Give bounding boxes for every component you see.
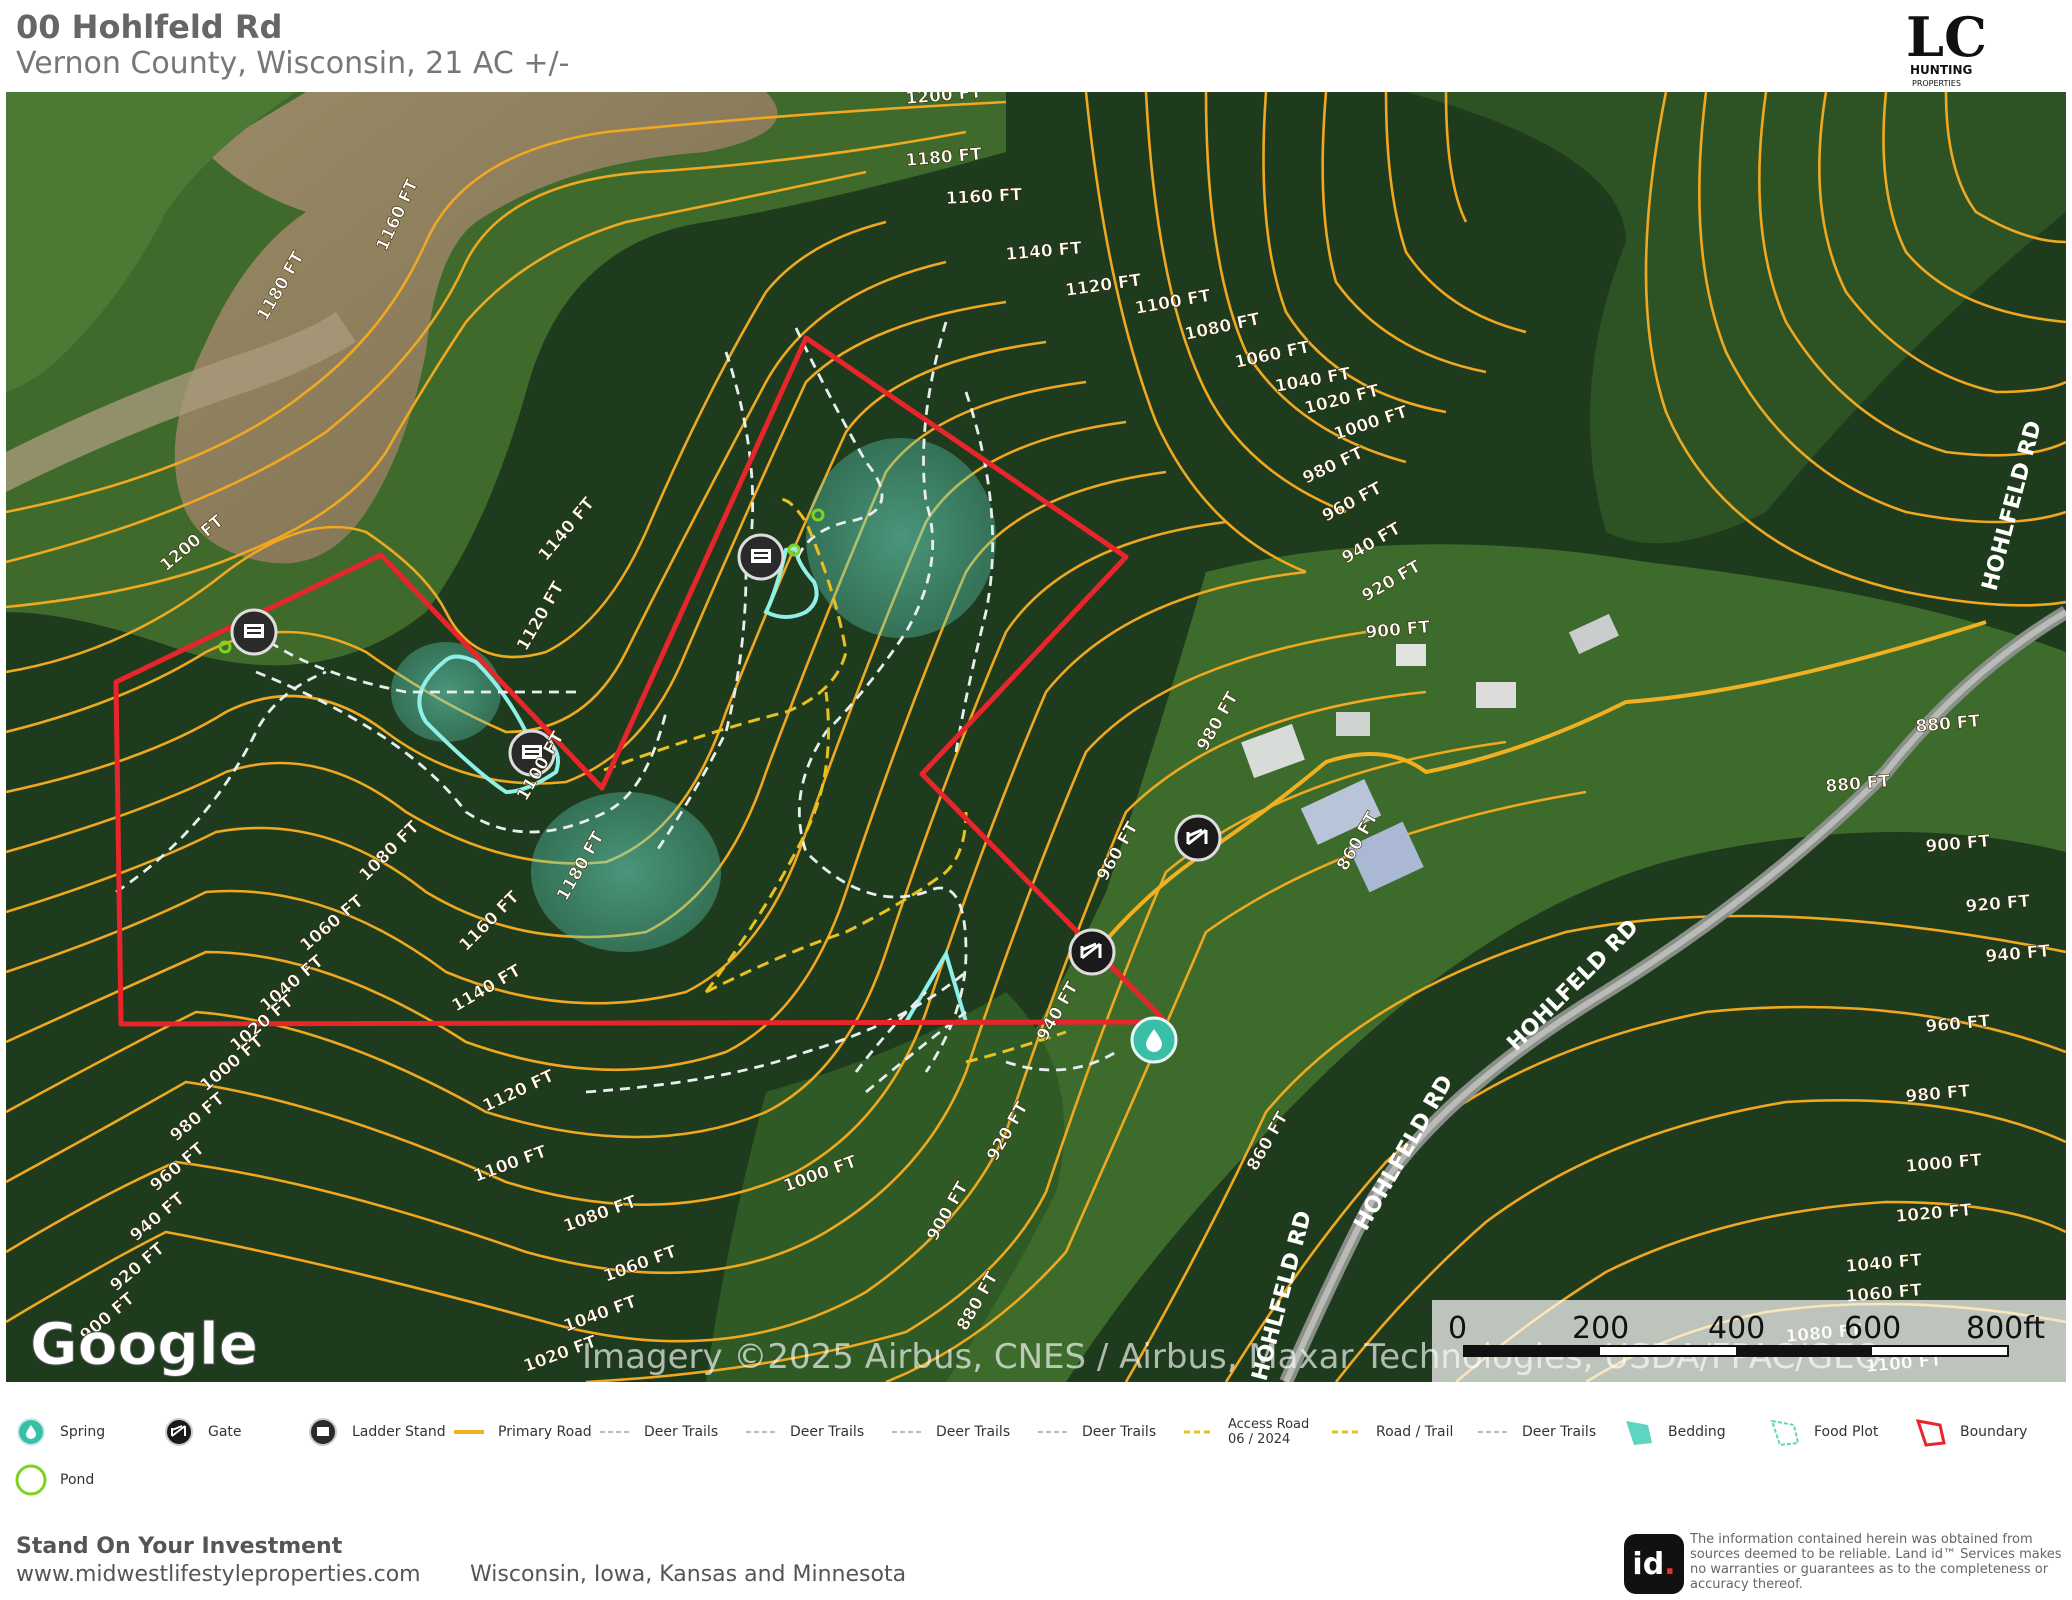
google-attribution: Google bbox=[30, 1310, 258, 1378]
brand-logo: LC HUNTING PROPERTIES bbox=[1900, 4, 1996, 90]
deer-trail-icon bbox=[1478, 1431, 1508, 1433]
legend-label: Deer Trails bbox=[644, 1424, 719, 1440]
ladder-stand-icon[interactable] bbox=[737, 533, 785, 581]
bedding-icon bbox=[1626, 1421, 1652, 1445]
pond-icon bbox=[15, 1464, 47, 1496]
property-map[interactable]: 1200 FT 1180 FT 1160 FT 1140 FT 1120 FT 1100 … bbox=[6, 92, 2066, 1382]
footer-website-link[interactable]: www.midwestlifestyleproperties.com bbox=[16, 1562, 421, 1587]
legend-label: Boundary bbox=[1960, 1424, 2028, 1440]
scale-label: 800ft bbox=[1966, 1311, 2045, 1346]
road-trail-icon bbox=[1332, 1430, 1362, 1434]
scale-bar: 0 200 400 600 800ft bbox=[1432, 1300, 2066, 1382]
property-subtitle: Vernon County, Wisconsin, 21 AC +/- bbox=[16, 46, 570, 81]
legend-label: Primary Road bbox=[498, 1424, 592, 1440]
deer-trail-icon bbox=[1038, 1431, 1068, 1433]
scale-label: 0 bbox=[1448, 1311, 1467, 1346]
legend-label: Ladder Stand bbox=[352, 1424, 446, 1440]
legend-item-primary-road: Primary Road bbox=[452, 1412, 592, 1452]
scale-label: 400 bbox=[1708, 1311, 1765, 1346]
legend-item-spring: Spring bbox=[14, 1412, 105, 1452]
access-road-icon bbox=[1184, 1430, 1214, 1434]
legend-item-deer-trails: Deer Trails bbox=[890, 1412, 1010, 1452]
footer-slogan: Stand On Your Investment bbox=[16, 1534, 343, 1559]
legend-label: Access Road bbox=[1228, 1417, 1310, 1432]
legend-label: Deer Trails bbox=[936, 1424, 1011, 1440]
legend-item-gate: Gate bbox=[162, 1412, 242, 1452]
logo-line2: PROPERTIES bbox=[1912, 79, 1961, 88]
boundary-icon bbox=[1915, 1419, 1946, 1447]
deer-trail-icon bbox=[746, 1431, 776, 1433]
spring-icon bbox=[17, 1418, 45, 1446]
legend-item-road-trail: Road / Trail bbox=[1330, 1412, 1453, 1452]
legend-label: Deer Trails bbox=[1522, 1424, 1597, 1440]
legend-item-boundary: Boundary bbox=[1914, 1412, 2027, 1452]
spring-icon[interactable] bbox=[1130, 1016, 1178, 1064]
logo-line1: HUNTING bbox=[1910, 63, 1972, 77]
legend-label: Deer Trails bbox=[1082, 1424, 1157, 1440]
gate-icon[interactable] bbox=[1174, 814, 1222, 862]
landid-logo: id. bbox=[1624, 1534, 1684, 1594]
legend-label: Pond bbox=[60, 1472, 95, 1488]
scale-label: 200 bbox=[1572, 1311, 1629, 1346]
property-title: 00 Hohlfeld Rd bbox=[16, 8, 283, 46]
primary-road-icon bbox=[454, 1430, 484, 1434]
gate-icon bbox=[165, 1418, 193, 1446]
contour-label: 1160 FT bbox=[945, 185, 1023, 209]
disclaimer-text: The information contained herein was obt… bbox=[1690, 1532, 2062, 1592]
legend-label: Road / Trail bbox=[1376, 1424, 1454, 1440]
landid-logo-text: id bbox=[1632, 1546, 1665, 1582]
map-legend: Spring Gate Ladder Stand Primary Road De… bbox=[0, 1400, 2072, 1510]
legend-item-pond: Pond bbox=[14, 1460, 94, 1500]
legend-label: Spring bbox=[60, 1424, 106, 1440]
deer-trail-icon bbox=[892, 1431, 922, 1433]
legend-label: Bedding bbox=[1668, 1424, 1726, 1440]
legend-item-deer-trails: Deer Trails bbox=[598, 1412, 718, 1452]
ladder-stand-icon[interactable] bbox=[230, 608, 278, 656]
legend-item-deer-trails: Deer Trails bbox=[1036, 1412, 1156, 1452]
scale-label: 600 bbox=[1844, 1311, 1901, 1346]
legend-item-access-road: Access Road 06 / 2024 bbox=[1182, 1412, 1309, 1452]
footer-states: Wisconsin, Iowa, Kansas and Minnesota bbox=[470, 1562, 907, 1587]
gate-icon[interactable] bbox=[1068, 928, 1116, 976]
legend-item-ladder-stand: Ladder Stand bbox=[306, 1412, 446, 1452]
legend-item-deer-trails: Deer Trails bbox=[744, 1412, 864, 1452]
logo-letters: LC bbox=[1906, 5, 1987, 69]
legend-item-food-plot: Food Plot bbox=[1768, 1412, 1878, 1452]
legend-label: Gate bbox=[208, 1424, 242, 1440]
legend-item-bedding: Bedding bbox=[1622, 1412, 1726, 1452]
legend-label: Food Plot bbox=[1814, 1424, 1879, 1440]
legend-item-deer-trails: Deer Trails bbox=[1476, 1412, 1596, 1452]
legend-label: Deer Trails bbox=[790, 1424, 865, 1440]
deer-trail-icon bbox=[600, 1431, 630, 1433]
legend-label-date: 06 / 2024 bbox=[1228, 1432, 1291, 1447]
food-plot-icon bbox=[1770, 1419, 1800, 1447]
ladder-stand-icon bbox=[309, 1418, 337, 1446]
